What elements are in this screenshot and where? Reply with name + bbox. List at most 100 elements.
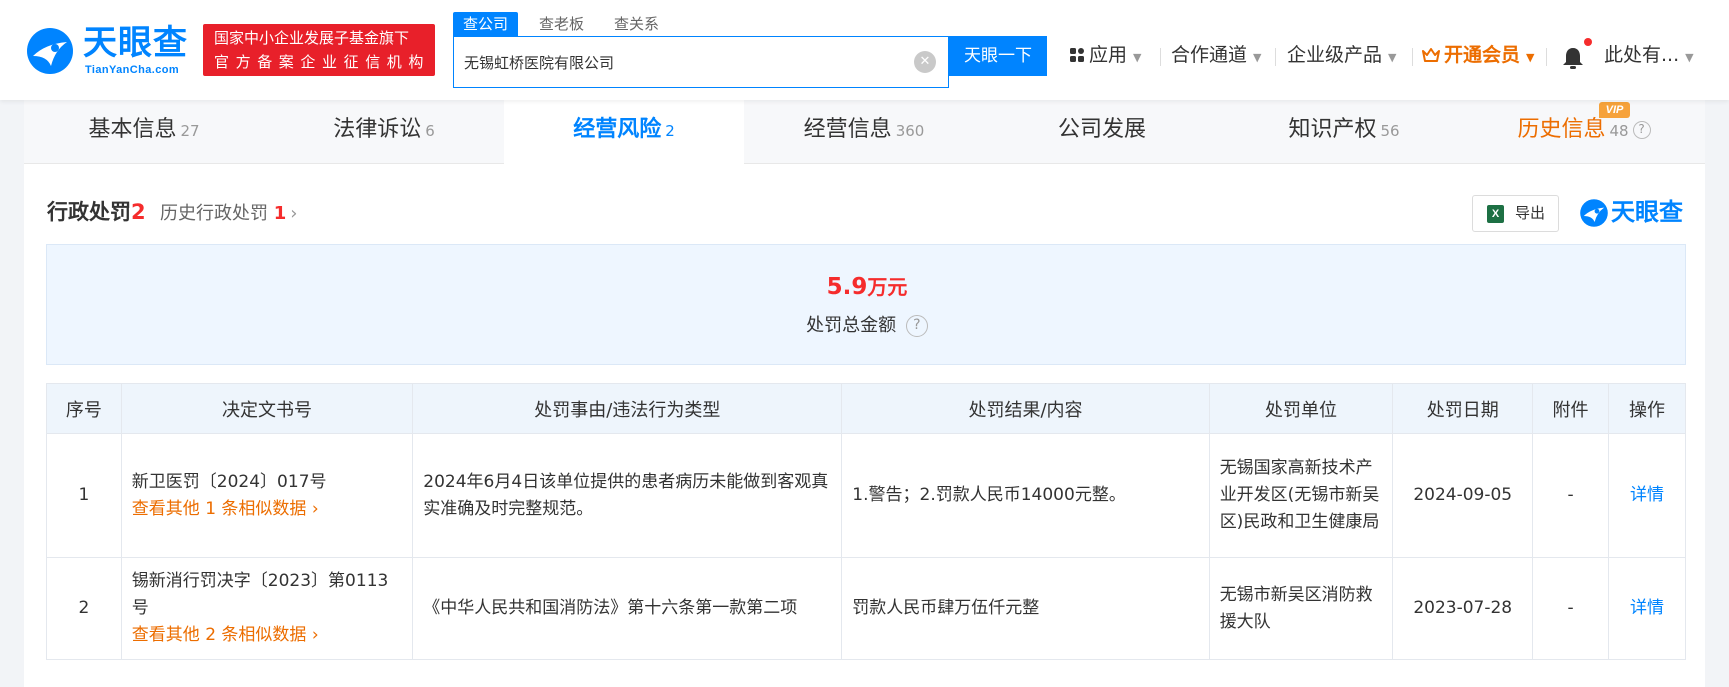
history-penalty-label: 历史行政处罚 — [160, 203, 268, 224]
tab-label: 经营风险 — [573, 117, 662, 142]
date-cell: 2024-09-05 — [1392, 433, 1534, 558]
help-icon[interactable]: ? — [905, 315, 928, 337]
section-tabs: 基本信息 27 法律诉讼 6 经营风险 2 经营信息 360 公司发展 知识产权 56 历… — [24, 100, 1705, 165]
attachment-cell: - — [1532, 557, 1609, 660]
tab-basic-info[interactable]: 基本信息 27 — [24, 100, 264, 164]
nav-cooperation[interactable]: 合作通道 ▼ — [1171, 40, 1261, 70]
table-row: 1 新卫医罚〔2024〕017号 查看其他 1 条相似数据 › 2024年6月4… — [46, 433, 1687, 558]
history-penalty-link[interactable]: 历史行政处罚 1 › — [160, 199, 297, 225]
row-index: 2 — [46, 557, 122, 660]
tab-label: 公司发展 — [1057, 117, 1146, 142]
tab-count: 27 — [180, 122, 200, 140]
logo-mark-icon — [1580, 199, 1608, 227]
date-cell: 2023-07-28 — [1392, 557, 1534, 660]
export-label: 导出 — [1515, 204, 1546, 222]
chevron-right-icon: › — [290, 203, 298, 224]
nav-divider — [1160, 48, 1161, 66]
penalty-total-amount: 5.9万元 — [47, 271, 1687, 300]
vip-badge: VIP — [1599, 102, 1630, 118]
nav-divider — [1546, 48, 1547, 66]
tab-development[interactable]: 公司发展 — [984, 100, 1224, 164]
similar-data-link[interactable]: 查看其他 2 条相似数据 › — [132, 622, 403, 649]
tab-business-info[interactable]: 经营信息 360 — [744, 100, 984, 164]
nav-user-label: 此处有... — [1604, 44, 1680, 66]
search-tab-relation[interactable]: 查关系 — [604, 12, 669, 36]
column-header: 处罚结果/内容 — [841, 383, 1210, 434]
nav-apps[interactable]: 应用 ▼ — [1069, 40, 1141, 70]
search-tab-boss[interactable]: 查老板 — [529, 12, 594, 36]
detail-link[interactable]: 详情 — [1630, 485, 1664, 505]
tab-legal[interactable]: 法律诉讼 6 — [264, 100, 504, 164]
column-header: 序号 — [46, 383, 122, 434]
amount-unit: 万元 — [867, 275, 908, 299]
nav-enterprise[interactable]: 企业级产品 ▼ — [1287, 40, 1396, 70]
column-header: 操作 — [1607, 383, 1687, 434]
top-header: 天眼查 TianYanCha.com 国家中小企业发展子基金旗下 官方备案企业征… — [0, 0, 1729, 100]
crown-icon — [1422, 48, 1440, 62]
similar-data-label: 查看其他 1 条相似数据 — [131, 498, 307, 519]
nav-user[interactable]: 此处有... ▼ — [1604, 40, 1694, 70]
export-button[interactable]: X 导出 — [1472, 195, 1559, 232]
column-header: 处罚事由/违法行为类型 — [412, 383, 843, 434]
bell-icon[interactable] — [1560, 45, 1586, 71]
watermark-logo: 天眼查 — [1579, 196, 1691, 232]
nav-divider — [1275, 48, 1276, 66]
tab-label: 基本信息 — [88, 117, 177, 142]
penalty-table: 序号 决定文书号 处罚事由/违法行为类型 处罚结果/内容 处罚单位 处罚日期 附… — [46, 383, 1687, 660]
nav-enterprise-label: 企业级产品 — [1287, 44, 1383, 66]
chevron-down-icon: ▼ — [1253, 51, 1262, 64]
reason-cell: 2024年6月4日该单位提供的患者病历未能做到客观真实准确及时完整规范。 — [412, 433, 843, 558]
action-cell: 详情 — [1607, 557, 1687, 660]
watermark-name: 天眼查 — [1611, 198, 1683, 226]
column-header: 处罚单位 — [1208, 383, 1394, 434]
tab-business-risk[interactable]: 经营风险 2 — [504, 100, 744, 165]
table-header-row: 序号 决定文书号 处罚事由/违法行为类型 处罚结果/内容 处罚单位 处罚日期 附… — [46, 383, 1687, 434]
tab-label: 知识产权 — [1288, 117, 1377, 142]
chevron-down-icon: ▼ — [1133, 51, 1142, 64]
tab-count: 56 — [1380, 122, 1400, 140]
help-icon[interactable]: ? — [1632, 121, 1651, 139]
penalty-summary: 5.9万元 处罚总金额 ? — [46, 244, 1686, 365]
action-cell: 详情 — [1607, 433, 1687, 558]
detail-link[interactable]: 详情 — [1630, 598, 1664, 618]
column-header: 决定文书号 — [120, 383, 414, 434]
main-card: 基本信息 27 法律诉讼 6 经营风险 2 经营信息 360 公司发展 知识产权 56 历… — [24, 100, 1705, 687]
penalty-total-label: 处罚总金额 ? — [47, 311, 1687, 337]
nav-cooperation-label: 合作通道 — [1171, 44, 1248, 66]
section-title-label: 行政处罚 — [47, 200, 131, 224]
tab-count: 6 — [425, 122, 435, 140]
tab-count: 360 — [895, 122, 925, 140]
doc-no: 锡新消行罚决字〔2023〕第0113号 — [131, 571, 389, 618]
doc-no-cell: 新卫医罚〔2024〕017号 查看其他 1 条相似数据 › — [120, 433, 414, 558]
similar-data-link[interactable]: 查看其他 1 条相似数据 › — [132, 496, 403, 523]
nav-divider — [1412, 48, 1413, 66]
notification-dot — [1584, 38, 1592, 46]
excel-icon: X — [1487, 205, 1504, 223]
reason-cell: 《中华人民共和国消防法》第十六条第一款第二项 — [412, 557, 843, 660]
unit-cell: 无锡国家高新技术产业开发区(无锡市新吴区)民政和卫生健康局 — [1208, 433, 1394, 558]
result-cell: 罚款人民币肆万伍仟元整 — [841, 557, 1210, 660]
tab-count: 2 — [665, 122, 675, 140]
tab-history[interactable]: 历史信息 48? — [1464, 100, 1704, 164]
tab-label: 经营信息 — [803, 117, 892, 142]
attachment-cell: - — [1532, 433, 1609, 558]
tab-label: 历史信息 — [1517, 117, 1606, 142]
column-header: 附件 — [1532, 383, 1609, 434]
doc-no: 新卫医罚〔2024〕017号 — [131, 471, 327, 492]
amount-value: 5.9 — [826, 274, 868, 300]
search-tab-company[interactable]: 查公司 — [453, 12, 519, 36]
search-tabs: 查公司 查老板 查关系 — [453, 12, 953, 38]
nav-apps-label: 应用 — [1089, 44, 1128, 66]
doc-no-cell: 锡新消行罚决字〔2023〕第0113号 查看其他 2 条相似数据 › — [120, 557, 414, 660]
tab-count: 48 — [1609, 122, 1629, 140]
chevron-right-icon: › — [311, 625, 319, 645]
row-index: 1 — [46, 433, 122, 558]
nav-vip[interactable]: 开通会员 ▼ — [1422, 40, 1534, 70]
tab-label: 法律诉讼 — [333, 117, 422, 142]
tab-ip[interactable]: 知识产权 56 — [1224, 100, 1464, 164]
result-cell: 1.警告；2.罚款人民币14000元整。 — [841, 433, 1210, 558]
section-title: 行政处罚2 — [47, 196, 146, 226]
column-header: 处罚日期 — [1392, 383, 1534, 434]
chevron-right-icon: › — [311, 498, 319, 519]
section-title-count: 2 — [131, 200, 146, 224]
